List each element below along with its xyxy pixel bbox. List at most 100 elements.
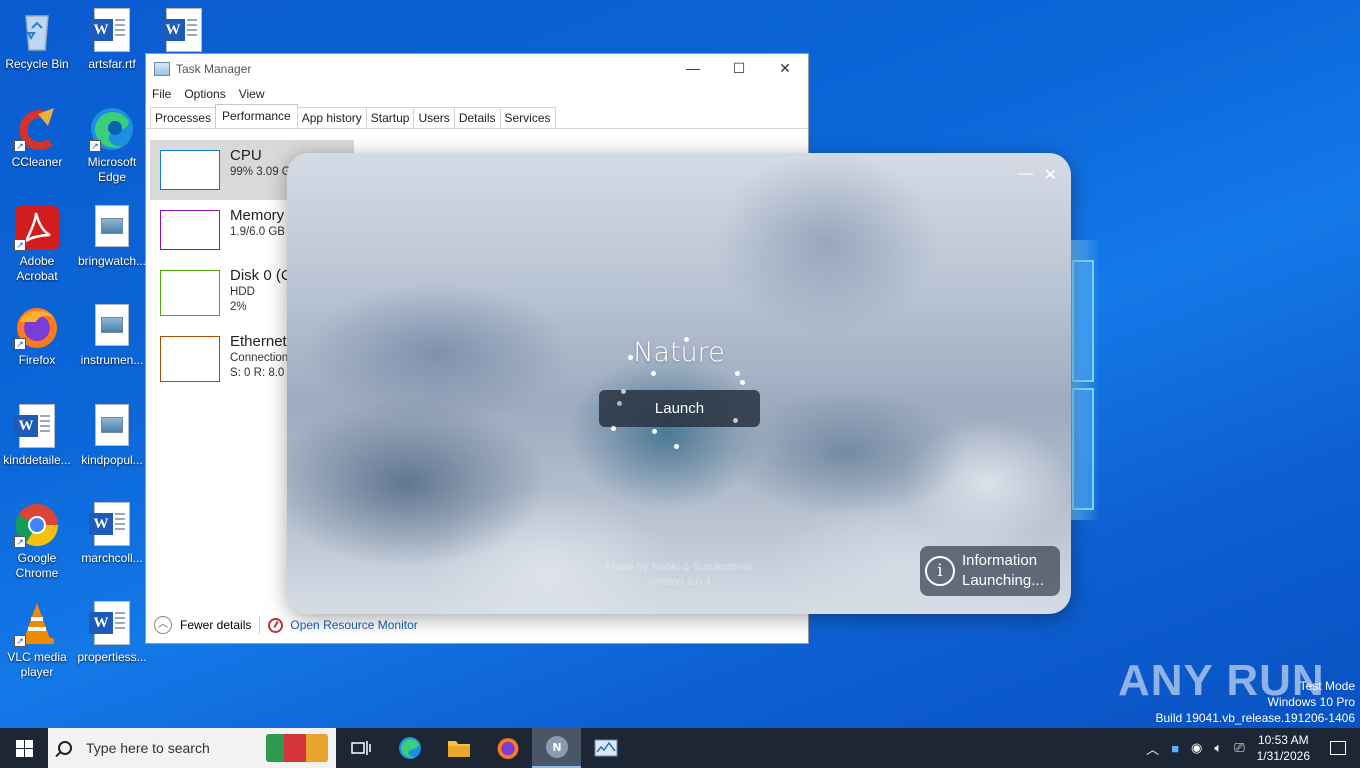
info-icon: i: [925, 556, 955, 586]
test-mode-label: Test Mode: [1299, 679, 1355, 693]
tab-app-history[interactable]: App history: [296, 107, 367, 128]
desktop-icon-label: marchcoll...: [81, 551, 143, 565]
desktop-icon-label: Firefox: [18, 353, 56, 367]
task-manager-icon: [154, 61, 170, 76]
close-button[interactable]: ✕: [762, 54, 808, 83]
network-icon[interactable]: ⎚: [1234, 740, 1244, 756]
chevron-up-icon[interactable]: ︿: [154, 616, 172, 634]
word-doc-icon: W: [89, 502, 130, 546]
shortcut-arrow-icon: ↗: [14, 140, 26, 152]
desktop-icon-artsfar[interactable]: W artsfar.rtf: [76, 8, 148, 72]
desktop-icon-label: kinddetaile...: [3, 453, 71, 467]
launcher-minimize-button[interactable]: —: [1018, 165, 1034, 185]
test-mode-notice: Test Mode Windows 10 Pro Build 19041.vb_…: [1156, 678, 1356, 726]
ethernet-graph: [160, 336, 220, 382]
desktop-icon-label: bringwatch...: [77, 254, 147, 268]
desktop-icon-label: Google Chrome: [15, 551, 59, 580]
desktop-icon-label: instrumen...: [80, 353, 144, 367]
ccleaner-icon: ↗: [14, 106, 60, 152]
tab-services[interactable]: Services: [499, 107, 556, 128]
task-view-button[interactable]: [336, 728, 385, 768]
taskbar-firefox[interactable]: [483, 728, 532, 768]
desktop-icon-kindpopul[interactable]: kindpopul...: [76, 404, 148, 468]
image-file-icon: [95, 304, 129, 346]
taskbar-nature-launcher[interactable]: N: [532, 728, 581, 768]
desktop-icon-label: VLC media player: [7, 650, 67, 679]
acrobat-icon: ↗: [14, 205, 60, 251]
desktop-icon-word-doc[interactable]: W: [148, 8, 220, 57]
nature-launcher-window[interactable]: — ✕ Nature Launch Made by Naoki & Suruko…: [287, 153, 1071, 614]
disk-graph: [160, 270, 220, 316]
launcher-close-button[interactable]: ✕: [1044, 165, 1057, 185]
desktop-icon-label: Microsoft Edge: [87, 155, 137, 184]
desktop-icon-recycle-bin[interactable]: Recycle Bin: [1, 8, 73, 72]
desktop-icon-propertiess[interactable]: W propertiess...: [76, 601, 148, 665]
image-file-icon: [95, 404, 129, 446]
desktop-icon-chrome[interactable]: ↗ Google Chrome: [1, 502, 73, 581]
launcher-title: Nature: [633, 337, 725, 368]
tab-users[interactable]: Users: [413, 107, 455, 128]
tab-startup[interactable]: Startup: [365, 107, 415, 128]
image-file-icon: [95, 205, 129, 247]
desktop-icon-bringwatch[interactable]: bringwatch...: [76, 205, 148, 269]
search-placeholder: Type here to search: [86, 740, 210, 756]
menu-options[interactable]: Options: [184, 87, 225, 101]
start-button[interactable]: [0, 728, 48, 768]
svg-text:N: N: [552, 741, 561, 754]
resource-monitor-icon: [268, 617, 284, 633]
desktop-icon-edge[interactable]: ↗ Microsoft Edge: [76, 106, 148, 185]
search-icon: [58, 741, 72, 755]
shortcut-arrow-icon: ↗: [14, 635, 26, 647]
taskbar-search-box[interactable]: Type here to search: [48, 728, 336, 768]
search-highlight-image: [266, 734, 328, 762]
taskbar: Type here to search N ︿ ■ ◉ 🔈︎ ⎚ 10:53 A…: [0, 728, 1360, 768]
word-doc-icon: W: [89, 8, 130, 52]
info-status: Launching...: [962, 572, 1044, 589]
menu-view[interactable]: View: [239, 87, 265, 101]
task-manager-icon: [594, 739, 617, 757]
tab-details[interactable]: Details: [453, 107, 501, 128]
wallpaper-pane-bottom: [1072, 388, 1094, 510]
os-build: Build 19041.vb_release.191206-1406: [1155, 711, 1356, 725]
clock-date: 1/31/2026: [1256, 749, 1310, 763]
desktop-icon-firefox[interactable]: ↗ Firefox: [1, 304, 73, 368]
information-panel[interactable]: i Information Launching...: [920, 546, 1060, 596]
vlc-icon: ↗: [14, 601, 60, 647]
maximize-button[interactable]: ☐: [716, 54, 762, 83]
firefox-icon: ↗: [14, 304, 60, 350]
meet-now-icon[interactable]: ◉: [1191, 740, 1202, 756]
desktop-icon-instrumen[interactable]: instrumen...: [76, 304, 148, 368]
windows-logo-icon: [16, 740, 24, 748]
menu-file[interactable]: File: [152, 87, 171, 101]
fewer-details-link[interactable]: Fewer details: [180, 618, 251, 632]
tab-processes[interactable]: Processes: [150, 107, 217, 128]
notification-icon[interactable]: [1330, 741, 1346, 755]
taskbar-task-manager[interactable]: [581, 728, 630, 768]
open-resource-monitor-link[interactable]: Open Resource Monitor: [290, 618, 417, 632]
os-edition: Windows 10 Pro: [1267, 695, 1355, 709]
folder-icon: [447, 741, 470, 757]
word-doc-icon: W: [89, 601, 130, 645]
desktop-icon-marchcoll[interactable]: W marchcoll...: [76, 502, 148, 566]
chrome-icon: ↗: [14, 502, 60, 548]
chevron-up-icon[interactable]: ︿: [1146, 739, 1159, 758]
firefox-icon: [497, 738, 518, 759]
desktop-icon-vlc[interactable]: ↗ VLC media player: [1, 601, 73, 680]
wallpaper-pane-top: [1072, 260, 1094, 382]
desktop-icon-label: artsfar.rtf: [88, 57, 136, 71]
recycle-bin-icon: [14, 8, 60, 54]
desktop-icon-ccleaner[interactable]: ↗ CCleaner: [1, 106, 73, 170]
volume-icon[interactable]: 🔈︎: [1214, 740, 1222, 756]
desktop-icon-kinddetaile[interactable]: W kinddetaile...: [1, 404, 73, 468]
security-icon[interactable]: ■: [1171, 741, 1179, 756]
edge-icon: [398, 737, 421, 759]
minimize-button[interactable]: —: [670, 54, 716, 83]
taskbar-clock[interactable]: 10:53 AM 1/31/2026: [1257, 732, 1310, 764]
clock-time: 10:53 AM: [1257, 733, 1309, 747]
taskbar-file-explorer[interactable]: [434, 728, 483, 768]
word-doc-icon: W: [14, 404, 55, 448]
desktop-icon-acrobat[interactable]: ↗ Adobe Acrobat: [1, 205, 73, 284]
cpu-graph: [160, 150, 220, 190]
taskbar-edge[interactable]: [385, 728, 434, 768]
tab-performance[interactable]: Performance: [215, 104, 298, 128]
